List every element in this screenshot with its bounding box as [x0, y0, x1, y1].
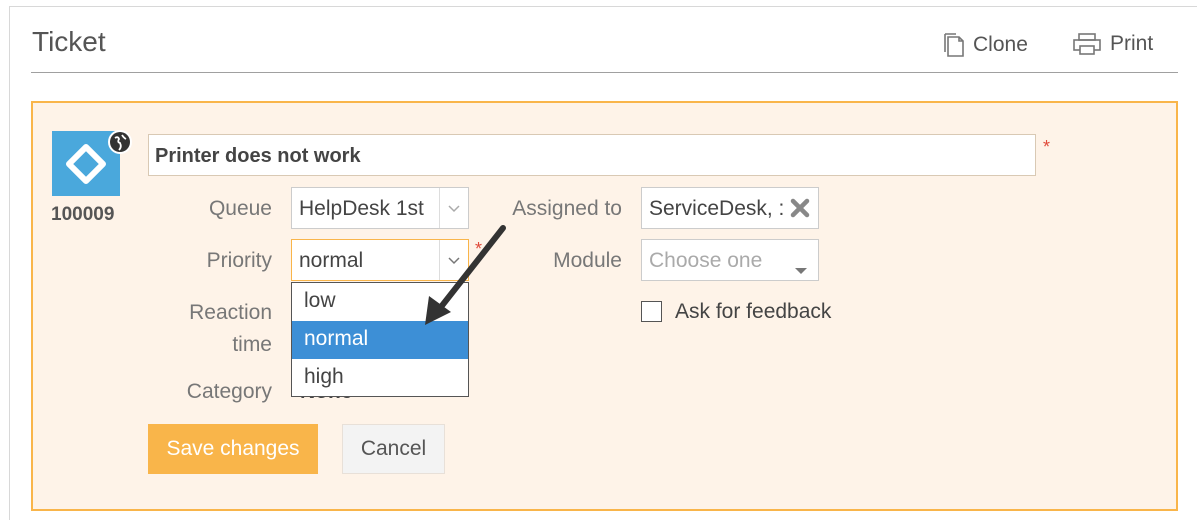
- annotation-arrow: [425, 225, 506, 325]
- cancel-button[interactable]: Cancel: [342, 424, 445, 474]
- priority-label: Priority: [206, 249, 272, 272]
- globe-icon[interactable]: [108, 130, 132, 154]
- page-title: Ticket: [32, 26, 106, 57]
- save-changes-button[interactable]: Save changes: [148, 424, 318, 474]
- clone-button[interactable]: Clone: [941, 32, 1028, 58]
- assigned-to-label: Assigned to: [512, 197, 622, 220]
- print-label: Print: [1110, 32, 1154, 55]
- module-label: Module: [553, 249, 622, 272]
- caret-down-icon: [794, 257, 808, 280]
- copy-icon: [944, 33, 964, 57]
- clone-label: Clone: [973, 33, 1028, 56]
- assigned-to-field[interactable]: ServiceDesk, :: [641, 187, 819, 229]
- ticket-id: 100009: [51, 204, 115, 225]
- priority-value: normal: [299, 249, 364, 272]
- assigned-to-value: ServiceDesk, :: [649, 197, 785, 220]
- module-placeholder: Choose one: [649, 249, 763, 272]
- header-divider: [31, 72, 1178, 73]
- reaction-time-label-line1: Reaction: [189, 301, 272, 324]
- subject-input[interactable]: Printer does not work: [148, 134, 1036, 176]
- priority-option-high[interactable]: high: [292, 359, 468, 397]
- queue-label: Queue: [208, 197, 272, 220]
- clear-icon[interactable]: [788, 196, 814, 220]
- ask-feedback-checkbox[interactable]: [641, 301, 662, 322]
- queue-value: HelpDesk 1st: [299, 197, 424, 220]
- printer-icon: [1073, 33, 1101, 55]
- module-select[interactable]: Choose one: [641, 239, 819, 281]
- print-button[interactable]: Print: [1072, 32, 1153, 56]
- category-label: Category: [186, 380, 272, 403]
- reaction-time-label-line2: time: [232, 333, 272, 356]
- subject-required-mark: *: [1043, 137, 1051, 157]
- ask-feedback-label: Ask for feedback: [675, 300, 832, 323]
